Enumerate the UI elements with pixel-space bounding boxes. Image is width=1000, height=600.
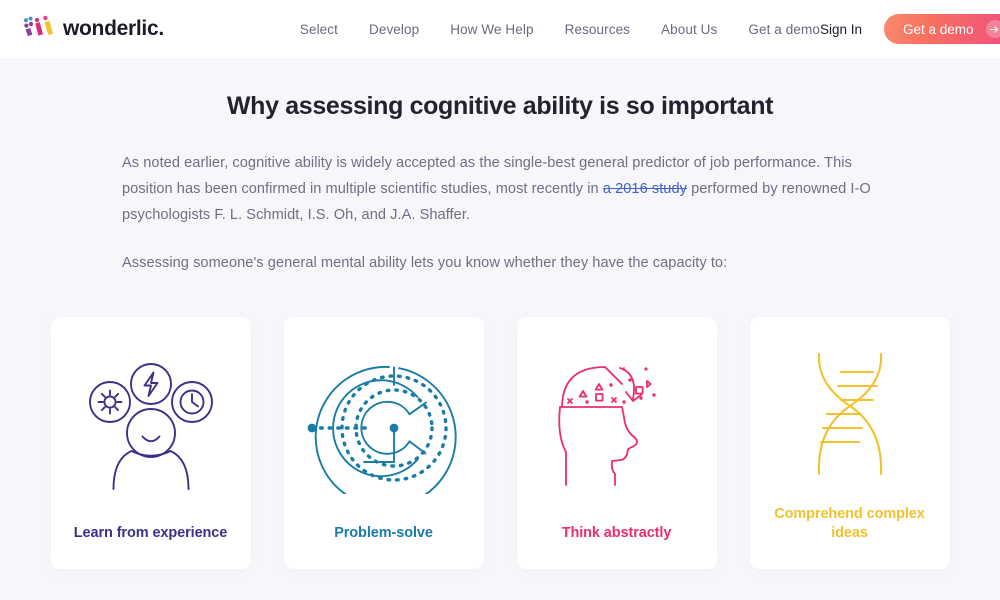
card-problem-solve[interactable]: Problem-solve (283, 317, 484, 569)
nav-item-resources[interactable]: Resources (565, 22, 630, 37)
primary-navigation: Select Develop How We Help Resources Abo… (300, 22, 820, 37)
dna-helix-icon (750, 317, 950, 505)
nav-item-select[interactable]: Select (300, 22, 338, 37)
arrow-right-icon (985, 20, 1000, 38)
circular-maze-icon (284, 317, 484, 524)
site-header: wonderlic. Select Develop How We Help Re… (0, 0, 1000, 58)
nav-item-get-a-demo[interactable]: Get a demo (748, 22, 820, 37)
card-think-abstractly[interactable]: Think abstractly (516, 317, 717, 569)
a-2016-study-link[interactable]: a 2016 study (603, 181, 687, 197)
sign-in-link[interactable]: Sign In (820, 22, 862, 37)
wonderlic-dots-logo-icon (22, 14, 56, 45)
page-title: Why assessing cognitive ability is so im… (226, 92, 774, 120)
nav-item-develop[interactable]: Develop (369, 22, 419, 37)
page-content: Why assessing cognitive ability is so im… (0, 58, 1000, 600)
nav-item-how-we-help[interactable]: How We Help (450, 22, 533, 37)
brand-name: wonderlic. (63, 17, 164, 40)
card-comprehend-complex-ideas[interactable]: Comprehend complex ideas (749, 317, 950, 569)
intro-copy: As noted earlier, cognitive ability is w… (120, 150, 880, 276)
card-label-think-abstractly: Think abstractly (561, 525, 672, 541)
capability-card-list: Learn from experience Problem-solve Thin… (0, 317, 1000, 569)
brand-logo-link[interactable]: wonderlic. (22, 14, 164, 45)
card-label-comprehend-complex-ideas: Comprehend complex ideas (774, 506, 925, 541)
person-with-gear-bolt-clock-icon (51, 317, 251, 524)
nav-item-about-us[interactable]: About Us (661, 22, 717, 37)
header-actions: Sign In Get a demo (820, 14, 1000, 44)
open-head-abstract-shapes-icon (517, 317, 717, 524)
get-a-demo-button[interactable]: Get a demo (883, 14, 1000, 44)
card-learn-from-experience[interactable]: Learn from experience (50, 317, 251, 569)
paragraph-primary: As noted earlier, cognitive ability is w… (122, 150, 880, 228)
card-label-learn-from-experience: Learn from experience (73, 525, 228, 541)
card-label-problem-solve: Problem-solve (334, 525, 433, 541)
get-a-demo-button-label: Get a demo (902, 21, 974, 37)
paragraph-secondary: Assessing someone's general mental abili… (122, 255, 728, 271)
